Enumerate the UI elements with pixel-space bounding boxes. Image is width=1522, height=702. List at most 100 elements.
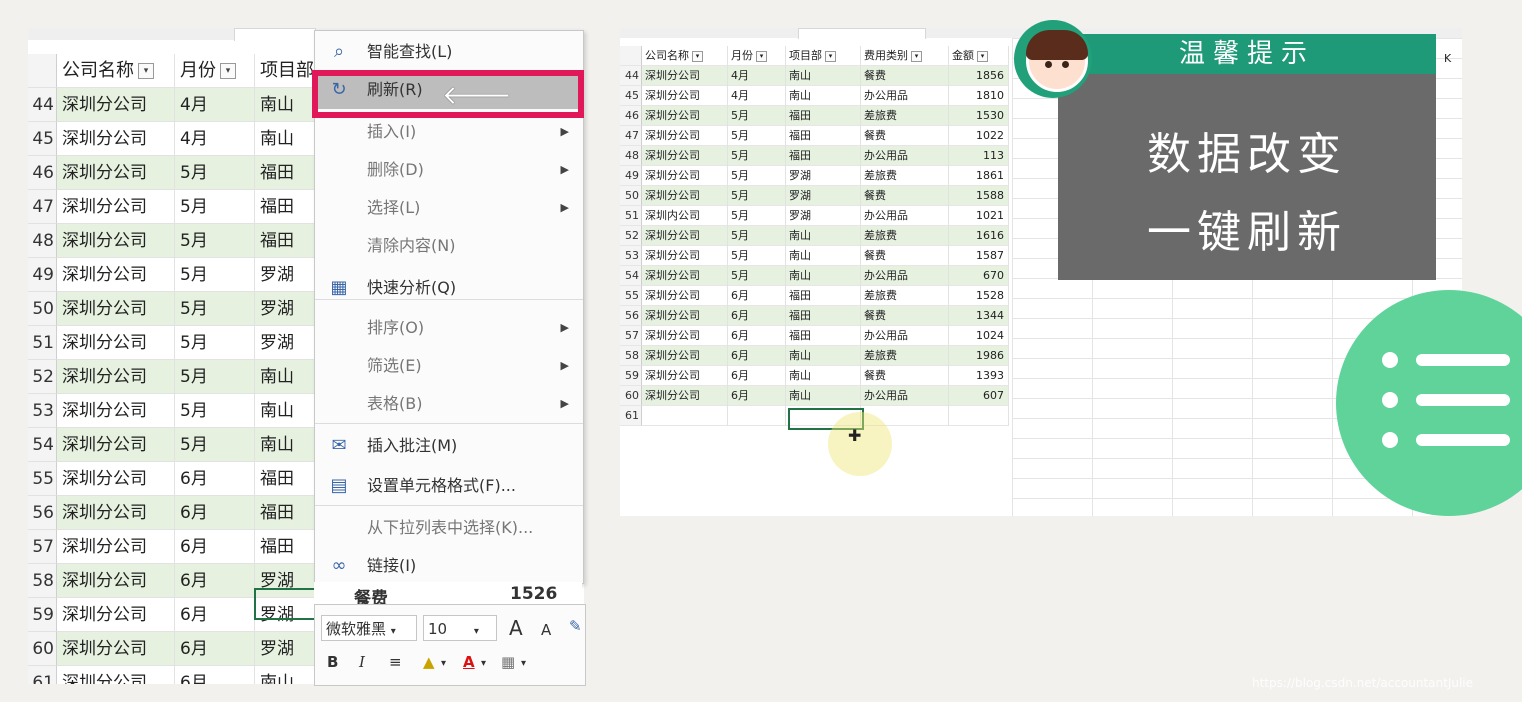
row-number[interactable]: 51 [28,326,57,360]
company-cell[interactable]: 深圳分公司 [57,156,175,190]
row-number[interactable]: 49 [28,258,57,292]
month-cell[interactable]: 6月 [728,286,786,306]
category-cell[interactable]: 差旅费 [861,106,949,126]
dept-cell[interactable]: 南山 [786,246,861,266]
category-cell[interactable]: 餐费 [861,186,949,206]
company-cell[interactable]: 深圳分公司 [642,86,728,106]
row-number[interactable]: 53 [28,394,57,428]
month-cell[interactable]: 5月 [728,166,786,186]
company-cell[interactable]: 深圳内公司 [642,206,728,226]
company-cell[interactable]: 深圳分公司 [57,496,175,530]
month-cell[interactable]: 6月 [728,366,786,386]
row-number[interactable]: 61 [28,666,57,684]
row-number[interactable]: 60 [620,386,642,406]
company-cell[interactable]: 深圳分公司 [642,286,728,306]
filter-dropdown-icon[interactable]: ▾ [692,50,703,62]
company-cell[interactable]: 深圳分公司 [642,246,728,266]
dept-cell[interactable]: 南山 [786,226,861,246]
row-number[interactable]: 59 [28,598,57,632]
row-number[interactable]: 60 [28,632,57,666]
month-cell[interactable]: 4月 [728,66,786,86]
row-number[interactable]: 44 [28,88,57,122]
row-number[interactable]: 50 [28,292,57,326]
month-cell[interactable]: 6月 [175,530,255,564]
amount-cell[interactable]: 1616 [949,226,1009,246]
category-cell[interactable]: 办公用品 [861,86,949,106]
month-cell[interactable]: 4月 [175,122,255,156]
month-cell[interactable]: 5月 [175,428,255,462]
company-cell[interactable]: 深圳分公司 [57,428,175,462]
company-cell[interactable]: 深圳分公司 [642,306,728,326]
grow-font-button[interactable]: A [509,615,523,641]
row-number[interactable]: 58 [28,564,57,598]
align-center-icon[interactable]: ≡ [389,649,402,675]
filter-dropdown-icon[interactable]: ▾ [825,50,836,62]
month-cell[interactable]: 5月 [175,258,255,292]
row-number[interactable]: 59 [620,366,642,386]
dept-cell[interactable]: 罗湖 [786,166,861,186]
month-cell[interactable]: 6月 [728,346,786,366]
row-number[interactable]: 50 [620,186,642,206]
menu-item[interactable]: 筛选(E) ▶ [315,347,583,385]
dept-cell[interactable]: 南山 [786,386,861,406]
month-cell[interactable]: 5月 [728,106,786,126]
chevron-down-icon[interactable]: ▾ [521,651,526,677]
company-cell[interactable]: 深圳分公司 [57,326,175,360]
filter-dropdown-icon[interactable]: ▾ [220,63,236,79]
column-header[interactable]: 项目部▾ [786,46,861,66]
amount-cell[interactable]: 1022 [949,126,1009,146]
font-size-select[interactable]: 10 ▾ [423,615,497,641]
company-cell[interactable]: 深圳分公司 [642,386,728,406]
menu-item[interactable]: 排序(O) ▶ [315,309,583,347]
amount-cell[interactable]: 1021 [949,206,1009,226]
row-number[interactable]: 56 [28,496,57,530]
category-cell[interactable]: 办公用品 [861,326,949,346]
row-number[interactable]: 48 [28,224,57,258]
month-cell[interactable] [728,406,786,426]
amount-cell[interactable]: 1810 [949,86,1009,106]
amount-cell[interactable]: 1986 [949,346,1009,366]
company-cell[interactable]: 深圳分公司 [57,360,175,394]
menu-item[interactable]: ▤ 设置单元格格式(F)... [315,467,583,505]
menu-item[interactable]: ✉ 插入批注(M) [315,427,583,465]
row-number[interactable]: 55 [28,462,57,496]
month-cell[interactable]: 5月 [175,326,255,360]
company-cell[interactable]: 深圳分公司 [642,226,728,246]
dept-cell[interactable]: 罗湖 [786,186,861,206]
borders-icon[interactable]: ▦ [501,649,515,675]
category-cell[interactable]: 差旅费 [861,166,949,186]
column-header[interactable]: 费用类别 ▾ [861,46,949,66]
row-number[interactable]: 52 [28,360,57,394]
company-cell[interactable]: 深圳分公司 [57,88,175,122]
month-cell[interactable]: 5月 [175,190,255,224]
month-cell[interactable]: 4月 [175,88,255,122]
company-cell[interactable]: 深圳分公司 [57,530,175,564]
amount-cell[interactable]: 607 [949,386,1009,406]
company-cell[interactable]: 深圳分公司 [57,666,175,684]
month-cell[interactable]: 6月 [175,666,255,684]
dept-cell[interactable]: 南山 [786,266,861,286]
month-cell[interactable]: 5月 [728,186,786,206]
category-cell[interactable]: 餐费 [861,126,949,146]
company-cell[interactable]: 深圳分公司 [642,106,728,126]
month-cell[interactable]: 4月 [728,86,786,106]
month-cell[interactable]: 5月 [728,126,786,146]
fill-color-icon[interactable]: ▲ [423,649,435,675]
month-cell[interactable]: 5月 [175,292,255,326]
month-cell[interactable]: 6月 [728,326,786,346]
company-cell[interactable]: 深圳分公司 [57,224,175,258]
column-header-k[interactable]: K [1444,52,1451,65]
menu-item[interactable]: 清除内容(N) [315,227,583,265]
row-number[interactable]: 61 [620,406,642,426]
month-cell[interactable]: 5月 [728,206,786,226]
row-number[interactable]: 44 [620,66,642,86]
category-cell[interactable]: 差旅费 [861,286,949,306]
company-cell[interactable]: 深圳分公司 [642,266,728,286]
left-sheet-tab[interactable] [234,28,316,41]
dept-cell[interactable]: 福田 [786,126,861,146]
corner-cell[interactable] [620,46,642,66]
company-cell[interactable]: 深圳分公司 [642,166,728,186]
month-cell[interactable]: 6月 [175,496,255,530]
company-cell[interactable]: 深圳分公司 [642,186,728,206]
company-cell[interactable]: 深圳分公司 [642,326,728,346]
